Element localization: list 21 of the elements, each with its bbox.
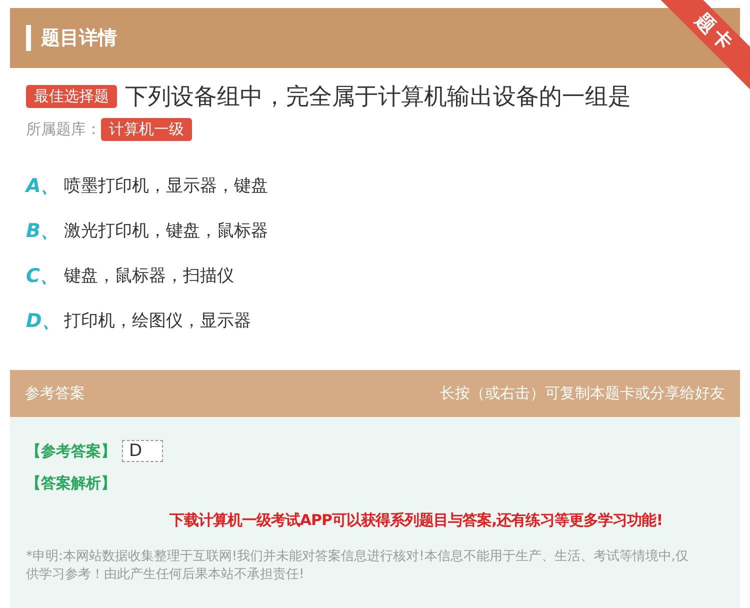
bank-label: 所属题库： [26, 120, 101, 139]
answer-label: 【参考答案】 [26, 442, 116, 460]
option-text: 喷墨打印机，显示器，键盘 [64, 175, 268, 197]
option-text: 键盘，鼠标器，扫描仪 [64, 265, 234, 287]
title-accent-bar [26, 25, 31, 51]
option-letter: A、 [26, 174, 61, 198]
option-letter: D、 [26, 308, 62, 334]
option-text: 打印机，绘图仪，显示器 [64, 310, 251, 332]
section-title: 参考答案 [25, 384, 85, 403]
share-hint: 长按（或右击）可复制本题卡或分享给好友 [440, 384, 725, 403]
bank-badge: 计算机一级 [101, 118, 192, 141]
question-text: 下列设备组中，完全属于计算机输出设备的一组是 [125, 83, 631, 112]
option-letter: C、 [26, 264, 60, 288]
promo-text: 下载计算机一级考试APP可以获得系列题目与答案,还有练习等更多学习功能! [168, 511, 664, 530]
answer-value: D [122, 440, 164, 462]
disclaimer-text: *申明:本网站数据收集整理于互联网!我们并未能对答案信息进行核对!本信息不能用于生产、生活、考试等情境中,仅供学习参考！由此产生任何后果本站不承担责任! [26, 548, 690, 584]
option-letter: B、 [26, 218, 60, 244]
option-text: 激光打印机，键盘，鼠标器 [64, 220, 268, 242]
analysis-label: 【答案解析】 [26, 474, 116, 492]
question-type-badge: 最佳选择题 [26, 85, 117, 108]
section-title: 题目详情 [41, 26, 117, 51]
